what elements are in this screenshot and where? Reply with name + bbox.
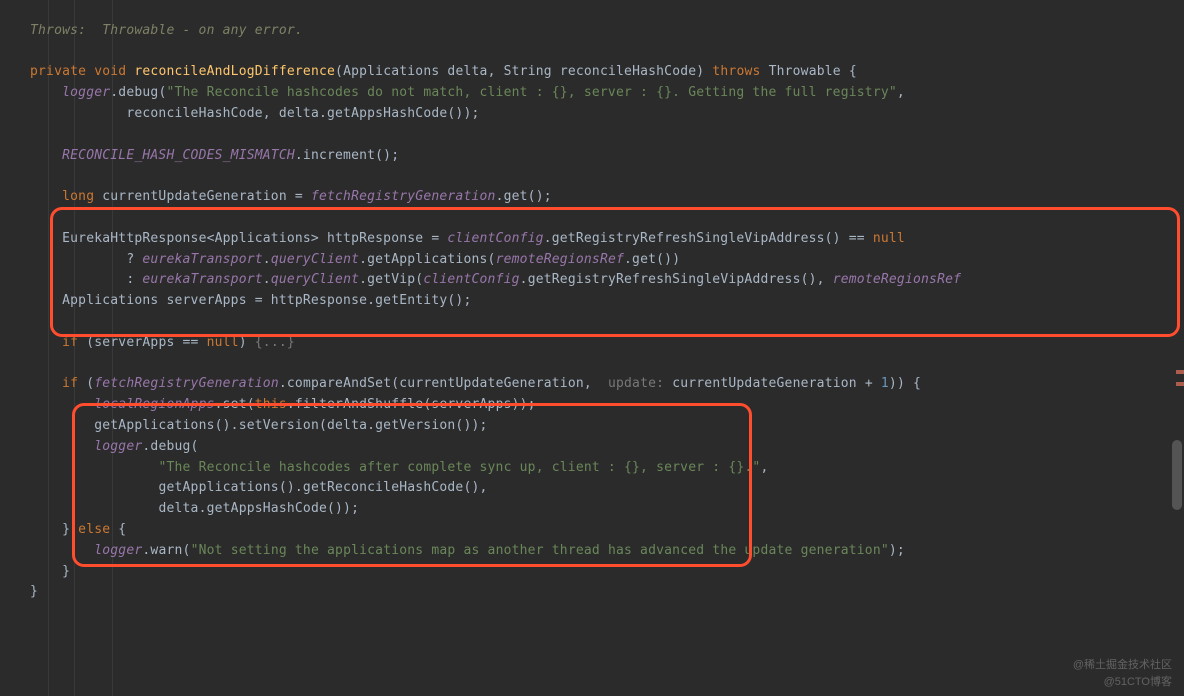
op: )) { xyxy=(889,376,921,391)
field-ref: queryClient xyxy=(271,252,359,267)
method-call: .compareAndSet(currentUpdateGeneration, xyxy=(279,376,600,391)
arg: reconcileHashCode, xyxy=(126,106,270,121)
code-fold[interactable]: {...} xyxy=(255,335,295,350)
method-call: .get(); xyxy=(496,189,552,204)
kw-long: long xyxy=(62,189,94,204)
method-call: .warn( xyxy=(142,543,190,558)
kw-throws: throws xyxy=(712,64,760,79)
var-decl: EurekaHttpResponse<Applications> httpRes… xyxy=(62,231,447,246)
brace: } xyxy=(30,584,38,599)
field-ref: clientConfig xyxy=(447,231,543,246)
gutter-marker[interactable] xyxy=(1176,370,1184,374)
scrollbar-thumb[interactable] xyxy=(1172,440,1182,510)
field-ref: remoteRegionsRef xyxy=(833,272,961,287)
field-ref: remoteRegionsRef xyxy=(496,252,624,267)
string-literal: "Not setting the applications map as ano… xyxy=(191,543,889,558)
string-literal: "The Reconcile hashcodes do not match, c… xyxy=(166,85,896,100)
throws-type: Throwable xyxy=(769,64,841,79)
logger-ref: logger xyxy=(94,439,142,454)
op: ( xyxy=(78,376,94,391)
method-call: .set( xyxy=(215,397,255,412)
watermark-line: @51CTO博客 xyxy=(1073,674,1172,692)
cond: (serverApps == xyxy=(78,335,206,350)
kw-null: null xyxy=(207,335,239,350)
param-hint: update: xyxy=(600,376,672,391)
kw-else: else xyxy=(78,522,110,537)
field-ref: clientConfig xyxy=(423,272,519,287)
watermark: @稀土掘金技术社区 @51CTO博客 xyxy=(1073,657,1172,692)
op: , xyxy=(760,460,768,475)
method-call: .getRegistryRefreshSingleVipAddress(), xyxy=(520,272,833,287)
param-name: delta xyxy=(447,64,487,79)
op: : xyxy=(126,272,142,287)
param-type: String xyxy=(504,64,552,79)
statement: Applications serverApps = httpResponse.g… xyxy=(62,293,471,308)
code-editor[interactable]: Throws: Throwable - on any error. privat… xyxy=(0,0,1184,603)
method-call: .debug( xyxy=(110,85,166,100)
param-name: reconcileHashCode xyxy=(560,64,696,79)
javadoc-line: Throws: Throwable - on any error. xyxy=(30,23,303,38)
method-call: .increment(); xyxy=(295,148,399,163)
gutter-marker[interactable] xyxy=(1176,382,1184,386)
kw-void: void xyxy=(94,64,126,79)
op: { xyxy=(110,522,126,537)
method-call: .getVip( xyxy=(359,272,423,287)
arg: getApplications().getReconcileHashCode()… xyxy=(158,480,487,495)
var-decl: currentUpdateGeneration = xyxy=(94,189,311,204)
field-ref: fetchRegistryGeneration xyxy=(94,376,279,391)
string-literal: "The Reconcile hashcodes after complete … xyxy=(158,460,760,475)
method-call: .filterAndShuffle(serverApps)); xyxy=(287,397,536,412)
op: , xyxy=(897,85,905,100)
kw-private: private xyxy=(30,64,86,79)
method-call: .get()) xyxy=(624,252,680,267)
field-ref: queryClient xyxy=(271,272,359,287)
kw-this: this xyxy=(255,397,287,412)
logger-ref: logger xyxy=(62,85,110,100)
brace: } xyxy=(62,564,70,579)
kw-if: if xyxy=(62,335,78,350)
op: } xyxy=(62,522,78,537)
kw-if: if xyxy=(62,376,78,391)
op: ); xyxy=(889,543,905,558)
arg: currentUpdateGeneration + xyxy=(672,376,881,391)
statement: getApplications().setVersion(delta.getVe… xyxy=(94,418,487,433)
field-ref: eurekaTransport xyxy=(142,272,262,287)
method-call: .getApplications( xyxy=(359,252,495,267)
logger-ref: logger xyxy=(94,543,142,558)
op: . xyxy=(263,272,271,287)
method-name: reconcileAndLogDifference xyxy=(134,64,335,79)
method-call: .getRegistryRefreshSingleVipAddress() == xyxy=(544,231,873,246)
kw-null: null xyxy=(873,231,905,246)
param-type: Applications xyxy=(343,64,439,79)
const-ref: RECONCILE_HASH_CODES_MISMATCH xyxy=(62,148,295,163)
field-ref: localRegionApps xyxy=(94,397,214,412)
op: ) xyxy=(239,335,255,350)
method-call: .debug( xyxy=(142,439,198,454)
field-ref: eurekaTransport xyxy=(142,252,262,267)
op: . xyxy=(263,252,271,267)
field-ref: fetchRegistryGeneration xyxy=(311,189,496,204)
watermark-line: @稀土掘金技术社区 xyxy=(1073,657,1172,675)
number: 1 xyxy=(881,376,889,391)
arg: delta.getAppsHashCode()); xyxy=(271,106,480,121)
arg: delta.getAppsHashCode()); xyxy=(158,501,359,516)
op: ? xyxy=(126,252,142,267)
